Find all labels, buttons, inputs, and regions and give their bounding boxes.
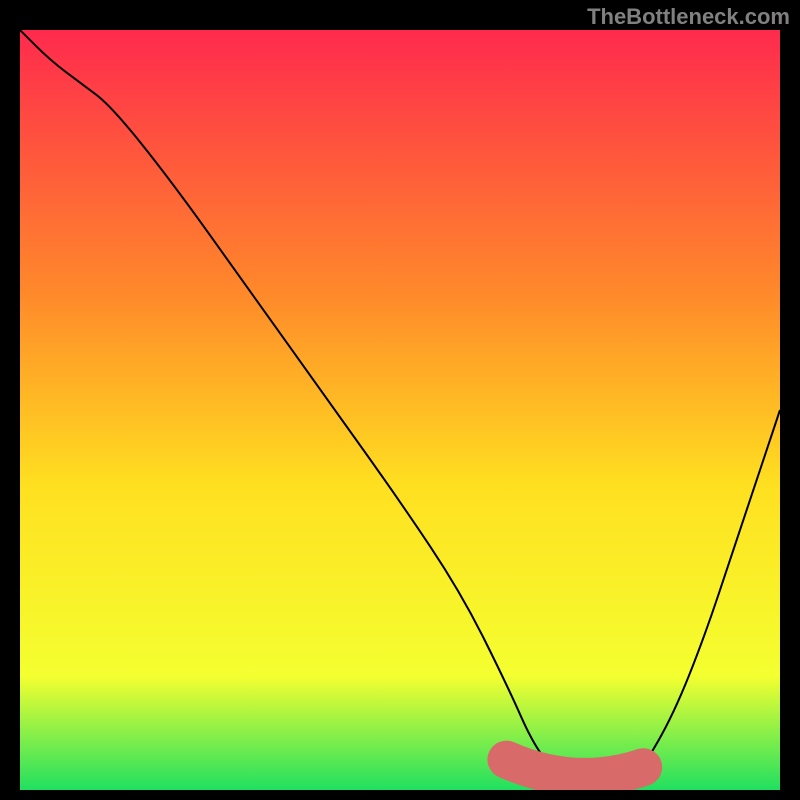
gradient-background	[20, 30, 780, 790]
accent-dot-left	[500, 753, 514, 767]
bottom-accent	[506, 760, 643, 777]
watermark-text: TheBottleneck.com	[587, 4, 790, 30]
accent-dot-right	[636, 760, 650, 774]
bottleneck-chart	[20, 30, 780, 790]
